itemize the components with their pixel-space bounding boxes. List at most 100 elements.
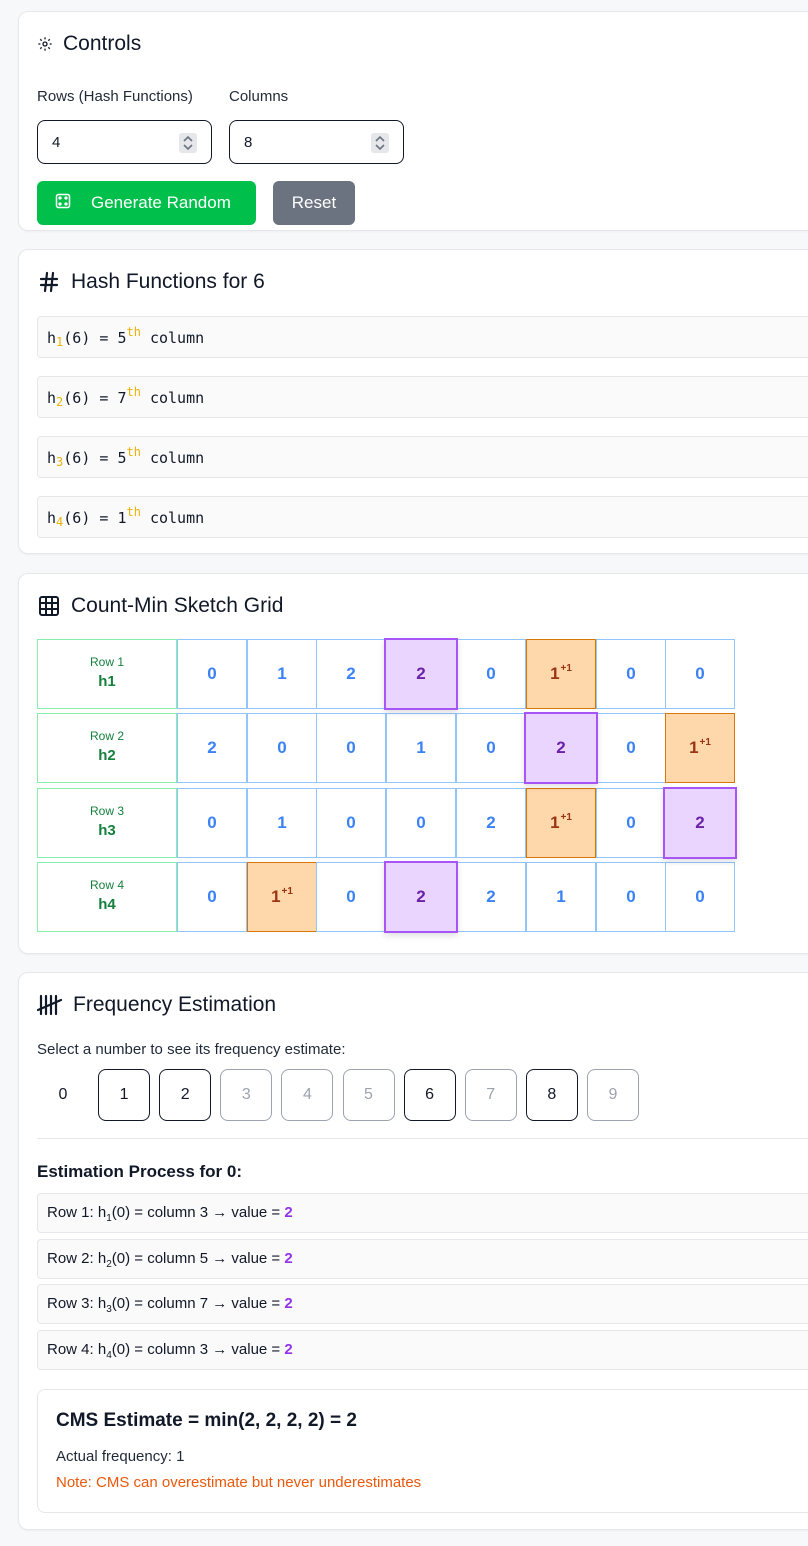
grid-cell[interactable]: 0: [596, 713, 666, 783]
overestimate-note: Note: CMS can overestimate but never und…: [56, 1474, 422, 1491]
increment-badge: +1: [560, 662, 572, 674]
step-subscript: 3: [106, 1304, 112, 1315]
cell-value: 1: [416, 738, 426, 757]
columns-stepper-icon[interactable]: [371, 133, 389, 153]
estimation-step: Row 1: h1(0) = column 3 → value = 2: [37, 1193, 808, 1233]
hash-fn-tail: column: [140, 509, 205, 527]
estimation-step: Row 4: h4(0) = column 3 → value = 2: [37, 1329, 808, 1370]
grid-cell[interactable]: 0: [316, 713, 386, 783]
grid-cell[interactable]: 0: [177, 639, 247, 709]
grid-cell[interactable]: 0: [386, 788, 456, 858]
grid-cell[interactable]: 0: [177, 788, 247, 858]
estimation-step: Row 3: h3(0) = column 7 → value = 2: [37, 1284, 808, 1324]
rows-stepper-icon[interactable]: [179, 133, 197, 153]
cell-value: 1: [550, 813, 560, 832]
increment-badge: +1: [281, 885, 293, 897]
hash-fn-result: (6) = 1: [63, 509, 127, 527]
cell-value: 0: [416, 813, 426, 832]
columns-input[interactable]: 8: [229, 120, 404, 164]
cell-value: 1: [277, 813, 287, 832]
step-value: 2: [284, 1295, 293, 1312]
step-description: (0) = column 3 → value =: [111, 1340, 285, 1358]
step-value: 2: [284, 1249, 293, 1267]
number-button-6[interactable]: 6: [403, 1069, 456, 1121]
grid-cell[interactable]: 0: [596, 862, 666, 932]
grid-cell[interactable]: 2: [456, 862, 526, 932]
number-button-9[interactable]: 9: [586, 1069, 639, 1121]
ordinal-suffix: th: [126, 385, 141, 399]
generate-random-button[interactable]: Generate Random: [37, 181, 256, 225]
grid-cell-highlighted[interactable]: 2: [384, 861, 458, 933]
step-description: (0) = column 7 → value =: [111, 1295, 285, 1312]
hash-fn-result: (6) = 7: [63, 389, 127, 407]
grid-cell[interactable]: 1: [386, 713, 456, 783]
cell-value: 0: [626, 664, 636, 683]
grid-cell-incremented[interactable]: 1 +1: [526, 639, 596, 709]
hash-functions-title: Hash Functions for 6: [71, 270, 265, 293]
hash-fn-index: 4: [56, 515, 64, 529]
cell-value: 0: [626, 738, 636, 757]
cell-value: 0: [695, 887, 705, 906]
grid-cell[interactable]: 0: [665, 639, 735, 709]
cell-value: 1: [556, 887, 566, 906]
grid-cell[interactable]: 2: [456, 788, 526, 858]
cell-value: 0: [207, 813, 217, 832]
grid-cell[interactable]: 0: [456, 713, 526, 783]
cell-value: 0: [277, 738, 287, 757]
grid-cell[interactable]: 0: [456, 639, 526, 709]
cell-value: 2: [416, 664, 426, 683]
grid-cell[interactable]: 0: [316, 862, 386, 932]
grid-cell-highlighted[interactable]: 2: [524, 712, 598, 784]
grid-cell-highlighted[interactable]: 2: [663, 787, 737, 859]
hash-function-row: h2(6) = 7th column: [37, 376, 808, 418]
grid-title: Count-Min Sketch Grid: [71, 594, 284, 617]
reset-button[interactable]: Reset: [273, 181, 355, 225]
grid-cell[interactable]: 0: [596, 788, 666, 858]
hash-fn-tail: column: [140, 329, 205, 347]
estimation-step: Row 2: h2(0) = column 5 → value = 2: [37, 1238, 808, 1279]
number-button-1[interactable]: 1: [98, 1069, 151, 1121]
grid-cell[interactable]: 0: [247, 713, 317, 783]
grid-cell[interactable]: 2: [177, 713, 247, 783]
step-value: 2: [284, 1340, 293, 1358]
cell-value: 0: [486, 664, 496, 683]
dice-icon: [55, 193, 71, 214]
hash-functions-heading: Hash Functions for 6: [37, 270, 265, 294]
grid-cell-incremented[interactable]: 1 +1: [665, 713, 735, 783]
grid-cell[interactable]: 0: [596, 639, 666, 709]
grid-cell-highlighted[interactable]: 2: [384, 638, 458, 710]
grid-icon: [37, 594, 61, 618]
step-subscript: 2: [106, 1258, 112, 1270]
controls-panel: Controls Rows (Hash Functions) Columns 4…: [18, 11, 808, 231]
step-description: (0) = column 3 → value =: [111, 1204, 285, 1221]
number-button-8[interactable]: 8: [525, 1069, 578, 1121]
estimation-heading: Estimation Process for 0:: [37, 1162, 243, 1181]
number-button-2[interactable]: 2: [159, 1069, 212, 1121]
hash-fn-result: (6) = 5: [63, 449, 127, 467]
grid-cell-incremented[interactable]: 1 +1: [247, 862, 317, 932]
cell-value: 0: [626, 887, 636, 906]
number-button-7[interactable]: 7: [464, 1069, 517, 1121]
controls-title: Controls: [63, 32, 142, 55]
rows-input[interactable]: 4: [37, 120, 212, 164]
row-label-text: Row 2: [89, 729, 124, 743]
step-value: 2: [284, 1204, 293, 1221]
grid-cell[interactable]: 0: [177, 862, 247, 932]
cell-value: 0: [346, 813, 356, 832]
grid-cell[interactable]: 1: [526, 862, 596, 932]
cms-estimate: CMS Estimate = min(2, 2, 2, 2) = 2: [56, 1410, 357, 1431]
number-button-3[interactable]: 3: [220, 1069, 273, 1121]
number-button-4[interactable]: 4: [281, 1069, 334, 1121]
grid-cell[interactable]: 1: [247, 788, 317, 858]
cell-value: 2: [556, 738, 566, 757]
number-button-0[interactable]: 0: [37, 1069, 89, 1121]
grid-cell[interactable]: 0: [316, 788, 386, 858]
grid-cell-incremented[interactable]: 1 +1: [526, 788, 596, 858]
hash-fn-index: 2: [56, 395, 64, 409]
ordinal-suffix: th: [126, 325, 141, 339]
grid-cell[interactable]: 1: [247, 639, 317, 709]
number-button-5[interactable]: 5: [342, 1069, 395, 1121]
grid-cell[interactable]: 0: [665, 862, 735, 932]
increment-badge: +1: [560, 811, 572, 823]
grid-cell[interactable]: 2: [316, 639, 386, 709]
